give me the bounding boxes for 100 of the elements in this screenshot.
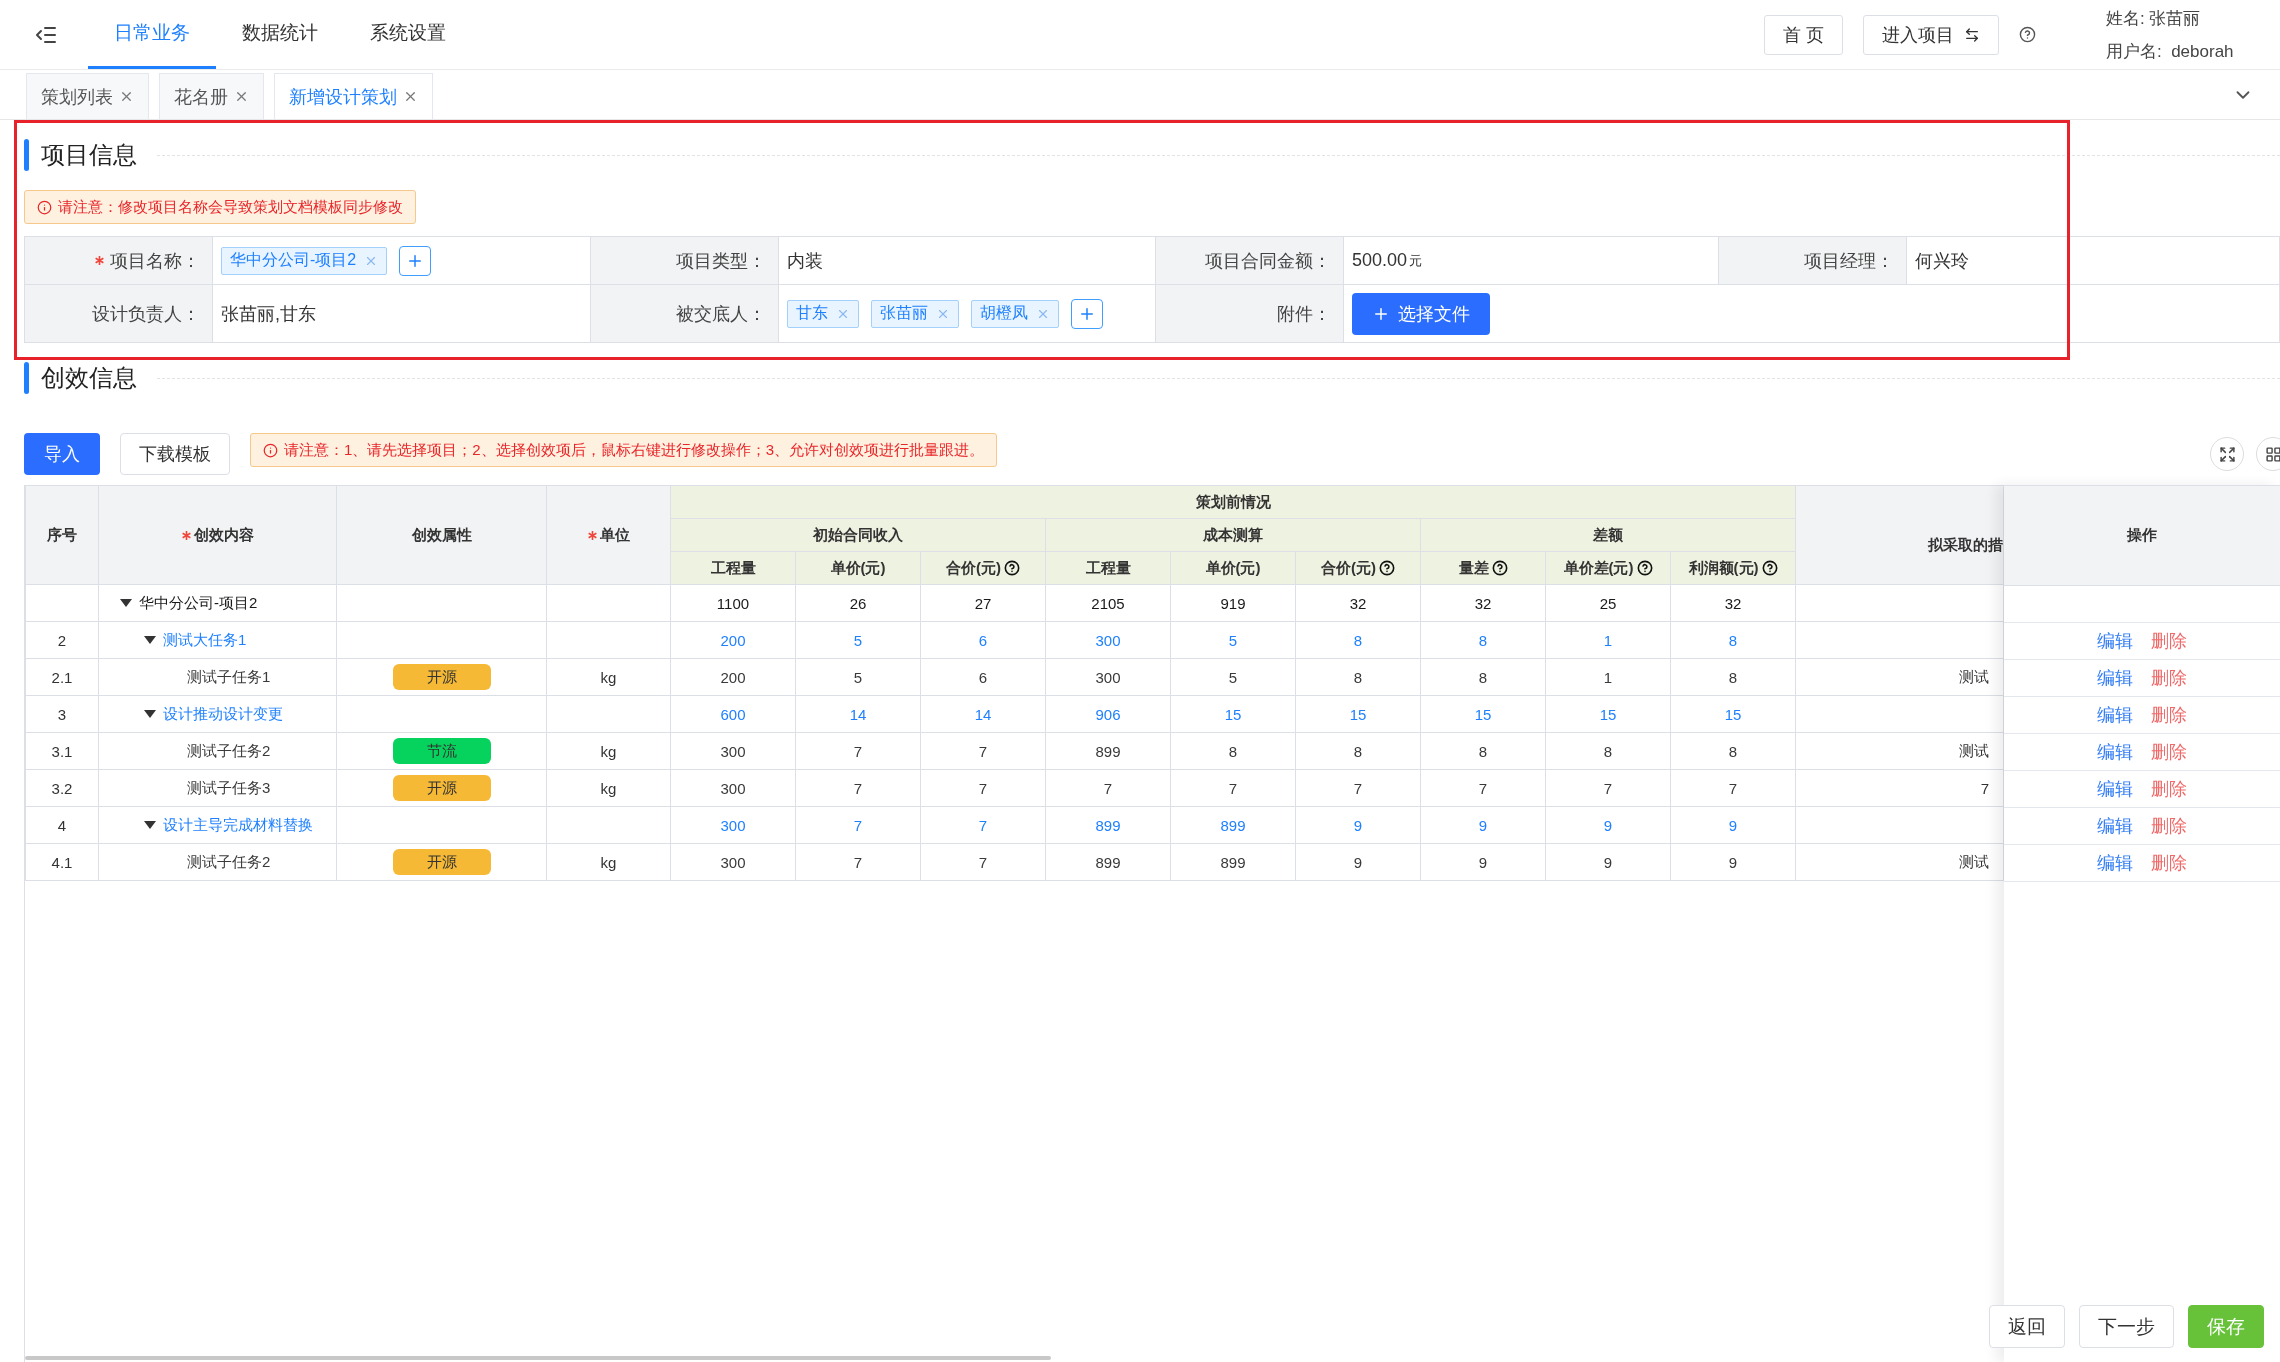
delete-link[interactable]: 删除 bbox=[2151, 777, 2187, 801]
table-cell: 25 bbox=[1545, 584, 1671, 622]
page-tab[interactable]: 花名册 bbox=[159, 73, 264, 119]
edit-link[interactable]: 编辑 bbox=[2097, 629, 2133, 653]
edit-link[interactable]: 编辑 bbox=[2097, 666, 2133, 690]
name-tag: 华中分公司-项目2 bbox=[221, 246, 388, 275]
import-button[interactable]: 导入 bbox=[24, 433, 100, 475]
table-cell: 899 bbox=[1170, 843, 1296, 881]
table-cell: 7 bbox=[1670, 769, 1796, 807]
table-cell: 300 bbox=[1045, 621, 1171, 659]
table-cell: 4 bbox=[25, 806, 99, 844]
table-cell: kg bbox=[546, 769, 671, 807]
table-cell: 3.1 bbox=[25, 732, 99, 770]
table-cell: 7 bbox=[920, 806, 1046, 844]
field-label: 设计负责人： bbox=[92, 302, 200, 326]
column-header: 单价(元) bbox=[795, 551, 921, 585]
name-tag: 张苗丽 bbox=[871, 299, 959, 328]
table-cell: 200 bbox=[670, 621, 796, 659]
table-cell: 9 bbox=[1670, 806, 1796, 844]
delete-link[interactable]: 删除 bbox=[2151, 703, 2187, 727]
column-header: 创效内容 bbox=[98, 485, 337, 585]
field-label: 被交底人： bbox=[676, 302, 766, 326]
table-cell: 899 bbox=[1045, 732, 1171, 770]
nav-tab[interactable]: 数据统计 bbox=[216, 0, 344, 69]
home-button[interactable]: 首 页 bbox=[1764, 14, 1843, 55]
table-cell: 3 bbox=[25, 695, 99, 733]
row-title: 测试子任务2 bbox=[187, 852, 271, 872]
table-cell: 7 bbox=[795, 732, 921, 770]
page-tab[interactable]: 新增设计策划 bbox=[274, 73, 433, 119]
table-cell: 8 bbox=[1295, 621, 1421, 659]
table-cell: 8 bbox=[1670, 732, 1796, 770]
table-cell: 7 bbox=[1420, 769, 1546, 807]
column-header: 工程量 bbox=[670, 551, 796, 585]
column-header: 单价差(元) bbox=[1545, 551, 1671, 585]
nav-tab[interactable]: 系统设置 bbox=[344, 0, 472, 69]
notice-text: 请注意：1、请先选择项目；2、选择创效项后，鼠标右键进行修改操作；3、允许对创效项进行批量跟进。 bbox=[284, 440, 985, 460]
edit-link[interactable]: 编辑 bbox=[2097, 740, 2133, 764]
delete-link[interactable]: 删除 bbox=[2151, 851, 2187, 875]
table-cell: 8 bbox=[1420, 658, 1546, 696]
field-label: 项目经理： bbox=[1804, 249, 1894, 273]
edit-link[interactable]: 编辑 bbox=[2097, 851, 2133, 875]
table-cell: 300 bbox=[670, 732, 796, 770]
table-cell: 600 bbox=[670, 695, 796, 733]
table-cell: kg bbox=[546, 658, 671, 696]
table-cell: 8 bbox=[1545, 732, 1671, 770]
edit-link[interactable]: 编辑 bbox=[2097, 777, 2133, 801]
save-button[interactable]: 保存 bbox=[2188, 1305, 2264, 1348]
field-value: 500.00 bbox=[1352, 250, 1408, 271]
table-cell: 2.1 bbox=[25, 658, 99, 696]
table-cell: 32 bbox=[1420, 584, 1546, 622]
table-cell: 6 bbox=[920, 658, 1046, 696]
column-header: 工程量 bbox=[1045, 551, 1171, 585]
choose-file-button[interactable]: 选择文件 bbox=[1352, 292, 1490, 335]
table-cell: 5 bbox=[1170, 658, 1296, 696]
table-cell: 3.2 bbox=[25, 769, 99, 807]
table-cell: 8 bbox=[1295, 658, 1421, 696]
table-cell: 15 bbox=[1420, 695, 1546, 733]
field-value: 张苗丽,甘东 bbox=[221, 302, 316, 326]
column-header: 操作 bbox=[2004, 485, 2280, 586]
table-cell: 7 bbox=[795, 806, 921, 844]
group-header: 策划前情况 bbox=[670, 485, 1796, 519]
back-button[interactable]: 返回 bbox=[1989, 1305, 2065, 1348]
table-cell: 1 bbox=[1545, 621, 1671, 659]
table-cell: 15 bbox=[1295, 695, 1421, 733]
table-cell: 7 bbox=[1545, 769, 1671, 807]
edit-link[interactable]: 编辑 bbox=[2097, 814, 2133, 838]
table-cell: 300 bbox=[670, 843, 796, 881]
table-cell: 9 bbox=[1295, 843, 1421, 881]
row-title: 测试子任务2 bbox=[187, 741, 271, 761]
field-value: 何兴玲 bbox=[1915, 249, 1969, 273]
table-cell: 5 bbox=[795, 658, 921, 696]
column-header: 序号 bbox=[25, 485, 99, 585]
table-cell: 1100 bbox=[670, 584, 796, 622]
delete-link[interactable]: 删除 bbox=[2151, 666, 2187, 690]
delete-link[interactable]: 删除 bbox=[2151, 740, 2187, 764]
group-header: 成本测算 bbox=[1045, 518, 1421, 552]
row-title: 设计主导完成材料替换 bbox=[163, 815, 313, 835]
download-template-button[interactable]: 下载模板 bbox=[120, 433, 230, 475]
table-cell: 9 bbox=[1420, 806, 1546, 844]
page-tab[interactable]: 策划列表 bbox=[26, 73, 149, 119]
name-tag: 甘东 bbox=[787, 299, 859, 328]
table-cell: 899 bbox=[1170, 806, 1296, 844]
table-cell: 7 bbox=[1170, 769, 1296, 807]
table-cell: 200 bbox=[670, 658, 796, 696]
table-cell: 7 bbox=[1295, 769, 1421, 807]
edit-link[interactable]: 编辑 bbox=[2097, 703, 2133, 727]
enter-project-button[interactable]: 进入项目 bbox=[1863, 14, 1999, 55]
delete-link[interactable]: 删除 bbox=[2151, 814, 2187, 838]
table-cell: 7 bbox=[795, 769, 921, 807]
table-cell: 906 bbox=[1045, 695, 1171, 733]
nav-tab[interactable]: 日常业务 bbox=[88, 0, 216, 69]
section-title: 创效信息 bbox=[41, 363, 137, 393]
group-header: 差额 bbox=[1420, 518, 1796, 552]
delete-link[interactable]: 删除 bbox=[2151, 629, 2187, 653]
name-tag: 胡橙凤 bbox=[971, 299, 1059, 328]
table-cell: kg bbox=[546, 843, 671, 881]
next-button[interactable]: 下一步 bbox=[2079, 1305, 2174, 1348]
unit-label: 元 bbox=[1409, 251, 1423, 270]
column-header: 合价(元) bbox=[1295, 551, 1421, 585]
table-cell: 7 bbox=[1795, 769, 2004, 807]
